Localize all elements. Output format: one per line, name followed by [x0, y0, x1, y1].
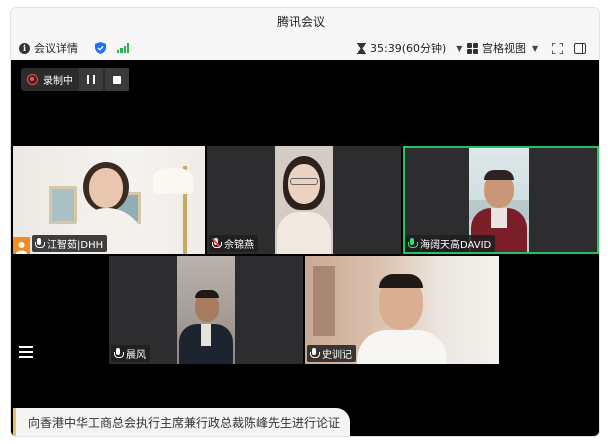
fullscreen-button[interactable]	[552, 36, 563, 60]
info-icon: i	[19, 42, 30, 54]
microphone-muted-icon	[212, 238, 222, 249]
meeting-info-button[interactable]: i 会议详情	[19, 36, 78, 60]
side-panel-button[interactable]	[574, 36, 586, 60]
video-tile[interactable]: 江智茹|DHH	[13, 146, 205, 254]
security-button[interactable]	[95, 36, 106, 60]
pause-icon	[87, 75, 95, 84]
stop-recording-button[interactable]	[105, 68, 129, 91]
window-title: 腾讯会议	[276, 15, 326, 29]
hourglass-icon	[357, 42, 366, 54]
title-bar: 腾讯会议	[11, 8, 599, 36]
microphone-speaking-icon	[408, 238, 418, 249]
caption-text: 向香港中华工商总会执行主席兼行政总裁陈峰先生进行论证	[28, 415, 341, 430]
host-icon	[13, 237, 30, 254]
timer-text: 35:39(60分钟)	[370, 42, 447, 55]
participant-nametag: 史训记	[307, 345, 356, 362]
meeting-info-label: 会议详情	[34, 42, 78, 55]
video-tile[interactable]: 佘锦燕	[207, 146, 401, 254]
chevron-down-icon: ▼	[456, 43, 463, 53]
participant-name: 史训记	[322, 350, 352, 361]
video-tile-active-speaker[interactable]: 海阔天高DAVID	[403, 146, 599, 254]
participant-video	[177, 256, 235, 364]
participant-list-icon[interactable]	[19, 346, 33, 358]
microphone-icon	[310, 348, 320, 359]
shield-icon	[95, 42, 106, 54]
meeting-timer[interactable]: 35:39(60分钟) ▼	[357, 36, 462, 60]
microphone-icon	[114, 348, 124, 359]
stop-icon	[113, 75, 121, 84]
view-label: 宫格视图	[482, 42, 526, 55]
participant-nametag: 佘锦燕	[209, 235, 258, 252]
recording-indicator: 录制中	[21, 68, 129, 91]
microphone-icon	[35, 238, 45, 249]
video-tile[interactable]: 史训记	[305, 256, 499, 364]
participant-nametag: 海阔天高DAVID	[405, 235, 496, 252]
recording-label: 录制中	[43, 76, 73, 87]
participant-name: 江智茹|DHH	[47, 240, 104, 251]
meeting-window: 腾讯会议 i 会议详情 35:39(60分钟) ▼ 宫格视图 ▼ 录制中 江智茹…	[10, 7, 600, 437]
record-icon	[27, 74, 38, 85]
caption-banner: 向香港中华工商总会执行主席兼行政总裁陈峰先生进行论证	[13, 408, 351, 436]
participant-nametag: 江智茹|DHH	[32, 235, 108, 252]
participant-nametag: 晨风	[111, 345, 150, 362]
view-switch-button[interactable]: 宫格视图 ▼	[467, 36, 538, 60]
participant-name: 佘锦燕	[224, 240, 254, 251]
participant-name: 晨风	[126, 350, 146, 361]
pause-recording-button[interactable]	[79, 68, 103, 91]
participant-video	[275, 146, 333, 254]
chevron-down-icon: ▼	[532, 43, 539, 53]
grid-view-icon	[467, 42, 478, 54]
participant-name: 海阔天高DAVID	[420, 240, 492, 251]
network-status[interactable]	[117, 36, 129, 60]
toolbar: i 会议详情 35:39(60分钟) ▼ 宫格视图 ▼	[11, 36, 599, 60]
signal-icon	[117, 43, 129, 53]
video-tile[interactable]: 晨风	[109, 256, 303, 364]
side-panel-icon	[574, 42, 586, 54]
fullscreen-icon	[552, 42, 563, 54]
video-stage: 录制中 江智茹|DHH 佘锦燕 海阔天高DAVID 晨风 史训记 向香港中华工商…	[11, 60, 599, 436]
